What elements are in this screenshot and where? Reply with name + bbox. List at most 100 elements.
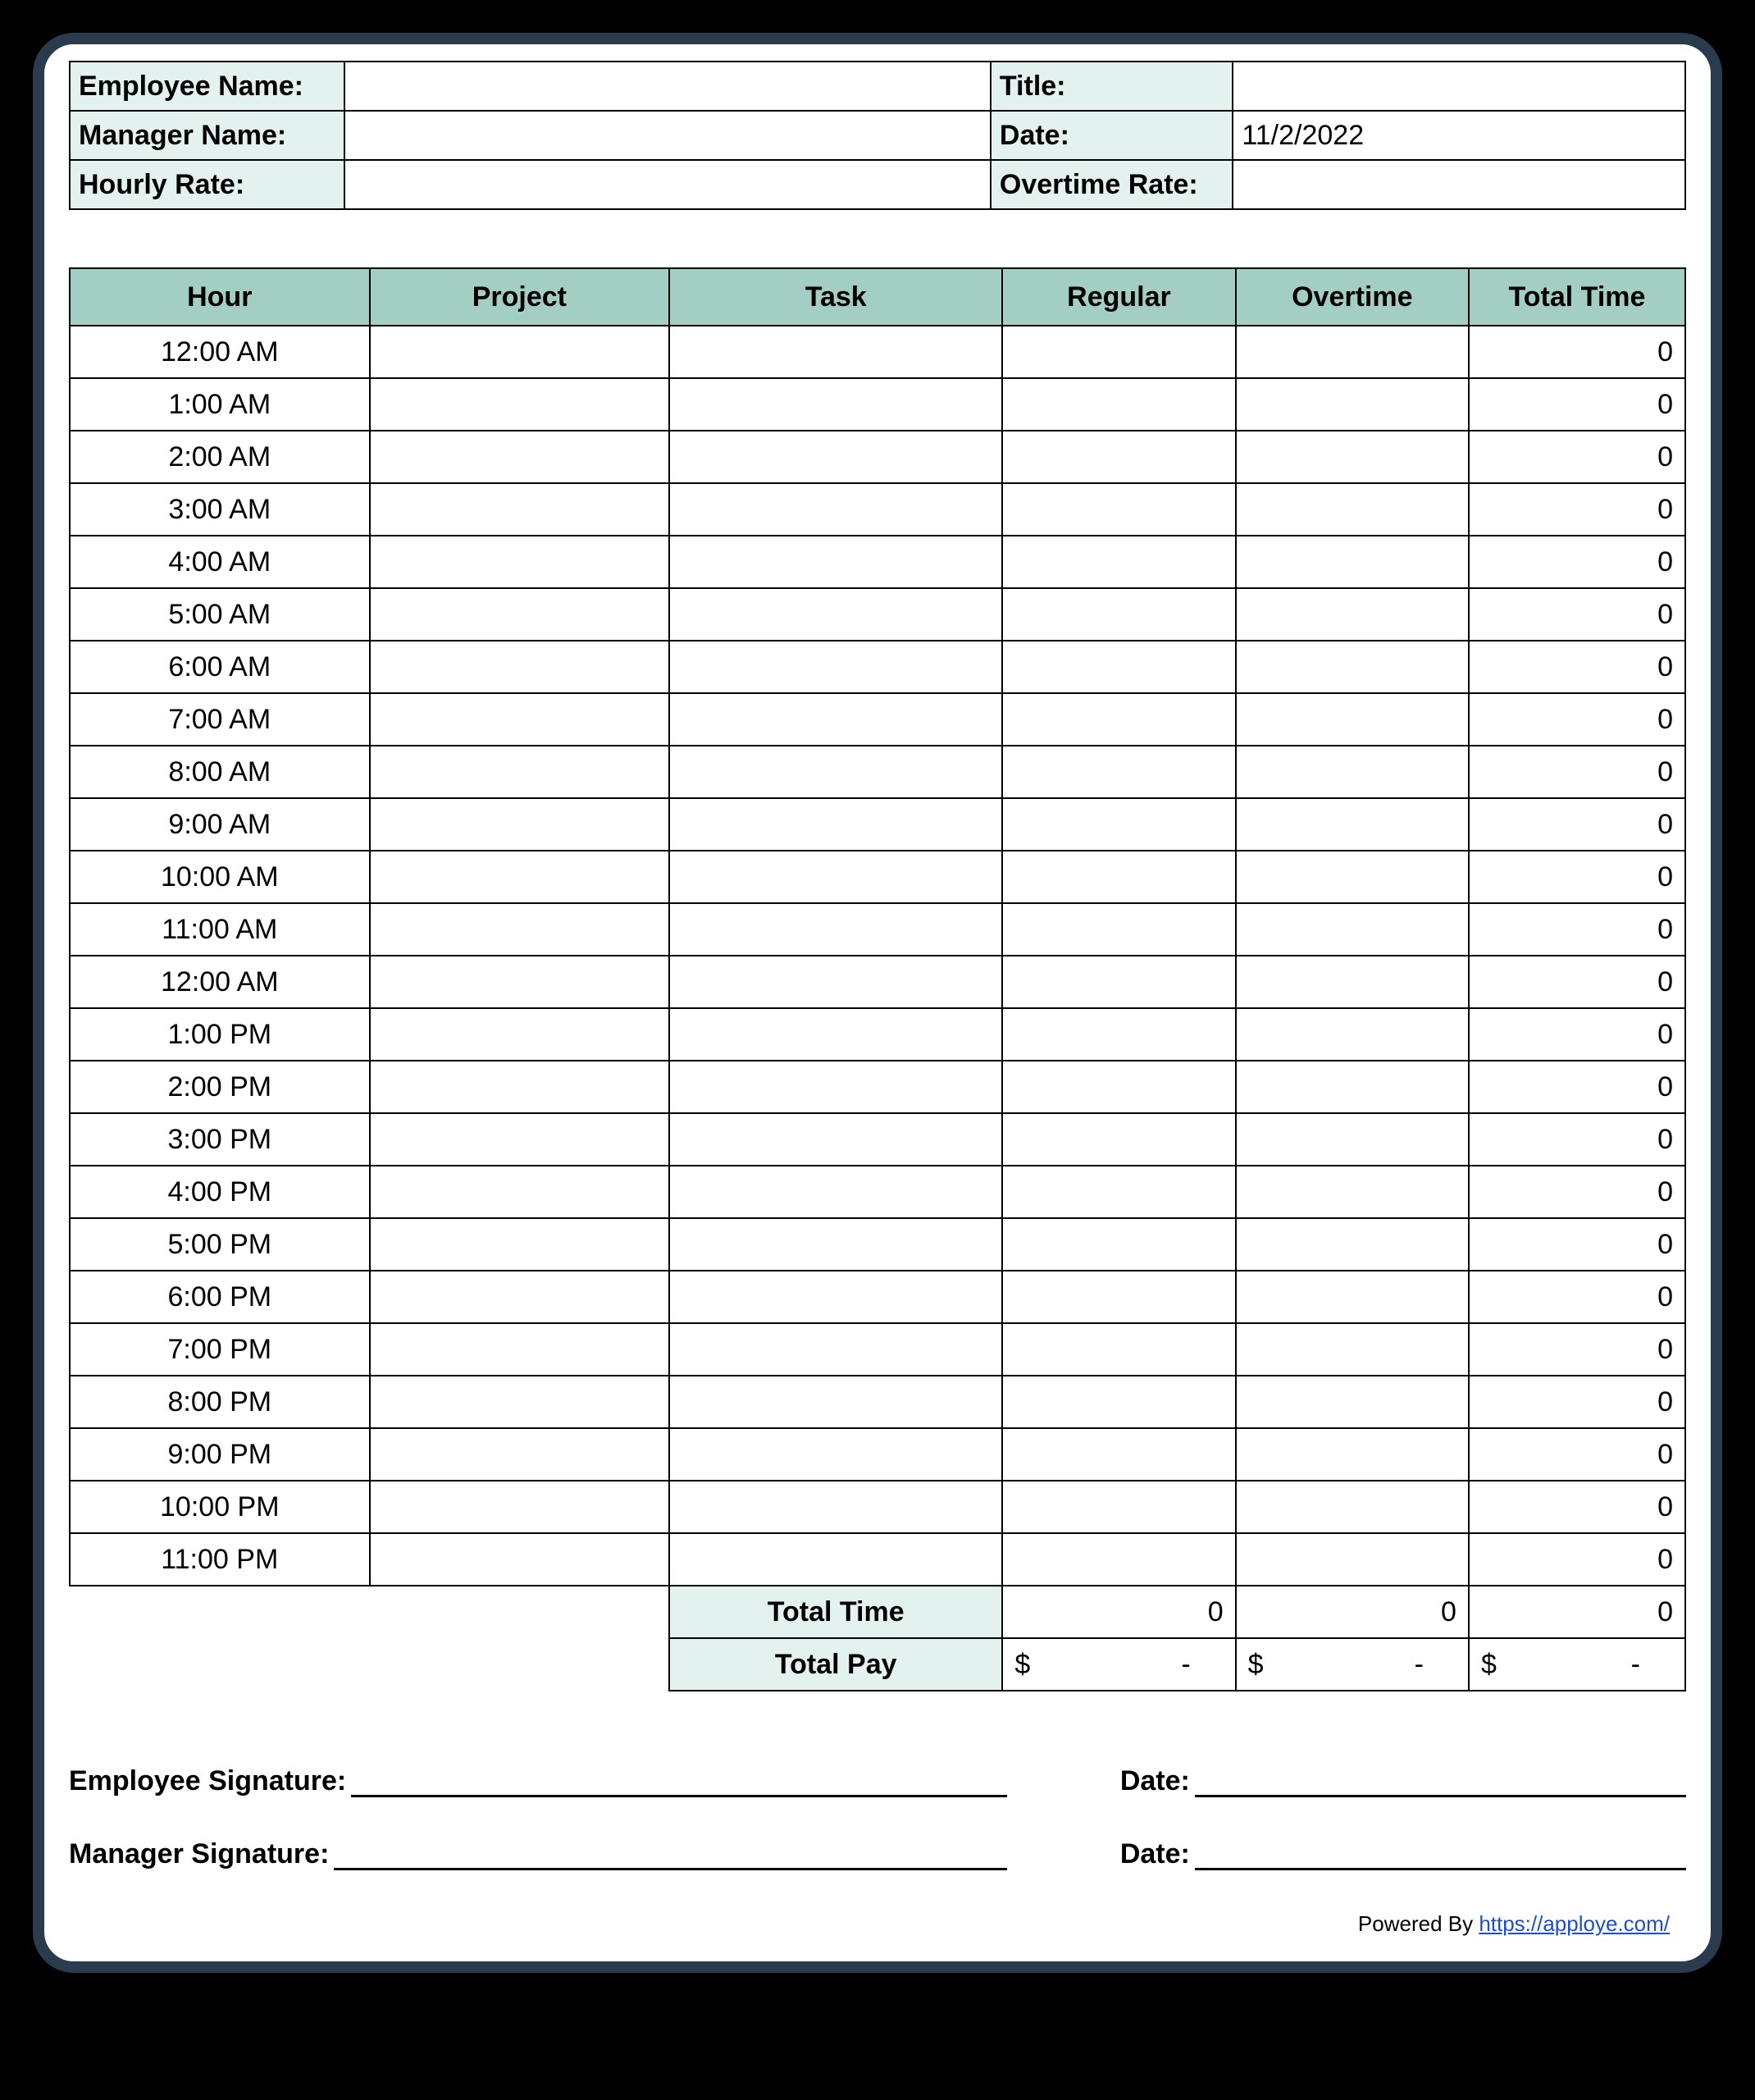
cell-project[interactable] — [370, 1113, 670, 1166]
cell-regular[interactable] — [1002, 1218, 1235, 1271]
overtime-rate-value[interactable] — [1233, 160, 1685, 209]
cell-regular[interactable] — [1002, 1008, 1235, 1061]
cell-task[interactable] — [669, 1008, 1002, 1061]
cell-project[interactable] — [370, 483, 670, 536]
cell-task[interactable] — [669, 326, 1002, 378]
cell-project[interactable] — [370, 1061, 670, 1113]
cell-regular[interactable] — [1002, 746, 1235, 798]
cell-overtime[interactable] — [1236, 1376, 1469, 1428]
cell-regular[interactable] — [1002, 851, 1235, 903]
cell-project[interactable] — [370, 378, 670, 431]
cell-project[interactable] — [370, 1481, 670, 1533]
cell-overtime[interactable] — [1236, 1533, 1469, 1586]
cell-task[interactable] — [669, 431, 1002, 483]
cell-regular[interactable] — [1002, 378, 1235, 431]
cell-overtime[interactable] — [1236, 798, 1469, 851]
cell-project[interactable] — [370, 746, 670, 798]
cell-project[interactable] — [370, 1428, 670, 1481]
cell-task[interactable] — [669, 588, 1002, 641]
cell-project[interactable] — [370, 326, 670, 378]
cell-project[interactable] — [370, 956, 670, 1008]
cell-project[interactable] — [370, 431, 670, 483]
employee-name-value[interactable] — [344, 62, 991, 111]
cell-regular[interactable] — [1002, 1533, 1235, 1586]
cell-overtime[interactable] — [1236, 483, 1469, 536]
cell-overtime[interactable] — [1236, 1166, 1469, 1218]
cell-regular[interactable] — [1002, 1166, 1235, 1218]
cell-overtime[interactable] — [1236, 1218, 1469, 1271]
cell-regular[interactable] — [1002, 956, 1235, 1008]
cell-task[interactable] — [669, 536, 1002, 588]
cell-regular[interactable] — [1002, 1481, 1235, 1533]
footer-link[interactable]: https://apploye.com/ — [1479, 1911, 1670, 1936]
cell-project[interactable] — [370, 641, 670, 693]
cell-task[interactable] — [669, 1271, 1002, 1323]
cell-task[interactable] — [669, 641, 1002, 693]
cell-overtime[interactable] — [1236, 641, 1469, 693]
cell-regular[interactable] — [1002, 431, 1235, 483]
cell-project[interactable] — [370, 903, 670, 956]
cell-task[interactable] — [669, 1428, 1002, 1481]
cell-task[interactable] — [669, 956, 1002, 1008]
cell-task[interactable] — [669, 1323, 1002, 1376]
cell-regular[interactable] — [1002, 1323, 1235, 1376]
cell-regular[interactable] — [1002, 641, 1235, 693]
cell-project[interactable] — [370, 1323, 670, 1376]
cell-overtime[interactable] — [1236, 1323, 1469, 1376]
cell-task[interactable] — [669, 903, 1002, 956]
cell-overtime[interactable] — [1236, 536, 1469, 588]
cell-project[interactable] — [370, 693, 670, 746]
employee-signature-date-line[interactable] — [1195, 1769, 1686, 1797]
cell-regular[interactable] — [1002, 798, 1235, 851]
cell-task[interactable] — [669, 1061, 1002, 1113]
cell-project[interactable] — [370, 1008, 670, 1061]
cell-project[interactable] — [370, 588, 670, 641]
cell-overtime[interactable] — [1236, 1271, 1469, 1323]
manager-name-value[interactable] — [344, 111, 991, 160]
cell-regular[interactable] — [1002, 326, 1235, 378]
cell-regular[interactable] — [1002, 1113, 1235, 1166]
cell-regular[interactable] — [1002, 693, 1235, 746]
cell-task[interactable] — [669, 1218, 1002, 1271]
hourly-rate-value[interactable] — [344, 160, 991, 209]
cell-overtime[interactable] — [1236, 1481, 1469, 1533]
cell-project[interactable] — [370, 1376, 670, 1428]
cell-project[interactable] — [370, 851, 670, 903]
cell-task[interactable] — [669, 798, 1002, 851]
cell-regular[interactable] — [1002, 1428, 1235, 1481]
cell-overtime[interactable] — [1236, 903, 1469, 956]
cell-overtime[interactable] — [1236, 1008, 1469, 1061]
employee-signature-line[interactable] — [351, 1769, 1007, 1797]
cell-task[interactable] — [669, 378, 1002, 431]
manager-signature-line[interactable] — [334, 1842, 1006, 1870]
cell-task[interactable] — [669, 1481, 1002, 1533]
date-value[interactable]: 11/2/2022 — [1233, 111, 1685, 160]
cell-overtime[interactable] — [1236, 693, 1469, 746]
cell-regular[interactable] — [1002, 588, 1235, 641]
cell-overtime[interactable] — [1236, 1428, 1469, 1481]
cell-project[interactable] — [370, 1218, 670, 1271]
cell-overtime[interactable] — [1236, 1113, 1469, 1166]
cell-overtime[interactable] — [1236, 956, 1469, 1008]
cell-overtime[interactable] — [1236, 431, 1469, 483]
cell-overtime[interactable] — [1236, 851, 1469, 903]
cell-task[interactable] — [669, 746, 1002, 798]
cell-regular[interactable] — [1002, 483, 1235, 536]
cell-project[interactable] — [370, 1166, 670, 1218]
cell-regular[interactable] — [1002, 536, 1235, 588]
cell-regular[interactable] — [1002, 903, 1235, 956]
cell-project[interactable] — [370, 1533, 670, 1586]
manager-signature-date-line[interactable] — [1195, 1842, 1686, 1870]
cell-task[interactable] — [669, 1166, 1002, 1218]
cell-project[interactable] — [370, 536, 670, 588]
cell-task[interactable] — [669, 1113, 1002, 1166]
cell-overtime[interactable] — [1236, 1061, 1469, 1113]
cell-overtime[interactable] — [1236, 746, 1469, 798]
cell-overtime[interactable] — [1236, 326, 1469, 378]
cell-regular[interactable] — [1002, 1376, 1235, 1428]
cell-overtime[interactable] — [1236, 378, 1469, 431]
cell-regular[interactable] — [1002, 1061, 1235, 1113]
cell-task[interactable] — [669, 1376, 1002, 1428]
cell-project[interactable] — [370, 798, 670, 851]
cell-overtime[interactable] — [1236, 588, 1469, 641]
